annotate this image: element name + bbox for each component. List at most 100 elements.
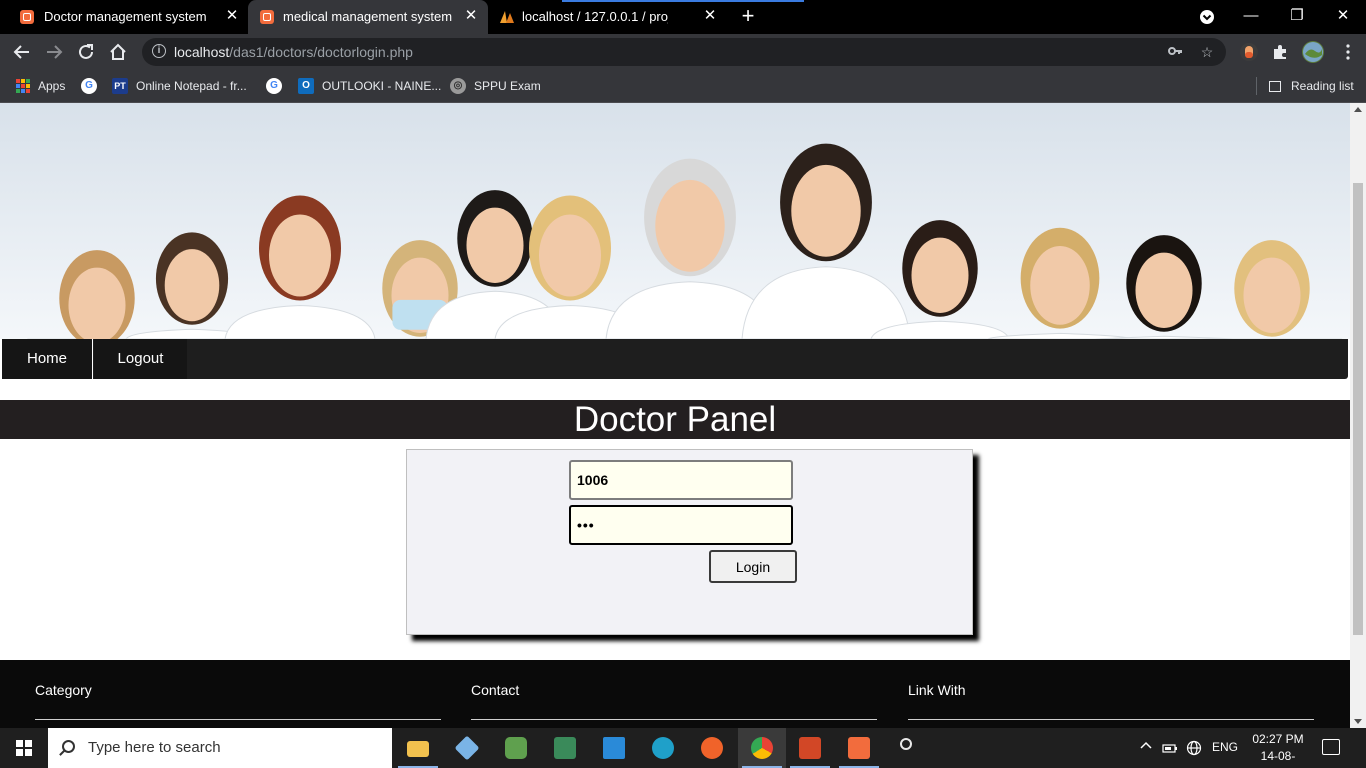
tab-strip: Doctor management system ✕ medical manag…	[0, 0, 1366, 34]
page-viewport: Home Logout Doctor Panel Login Category …	[0, 103, 1350, 728]
windows-taskbar: Type here to search ENG 02:27 PM 14-08-2…	[0, 728, 1366, 768]
reading-list-button[interactable]: Reading list	[1256, 77, 1354, 95]
powerpoint-icon[interactable]	[786, 728, 834, 768]
close-window-button[interactable]: ✕	[1332, 6, 1354, 28]
bookmark-label: Online Notepad - fr...	[136, 79, 247, 93]
xampp-icon	[260, 10, 274, 24]
forward-button[interactable]	[42, 40, 66, 64]
login-form: Login	[406, 449, 973, 635]
doctor-id-input[interactable]	[569, 460, 793, 500]
footer-divider	[471, 719, 877, 720]
snipping-tool-icon[interactable]	[541, 728, 589, 768]
bookmarks-bar: Apps G PT Online Notepad - fr... G O OUT…	[0, 70, 1366, 103]
clock-time: 02:27 PM	[1252, 732, 1304, 746]
url-text: localhost/das1/doctors/doctorlogin.php	[174, 44, 413, 60]
bookmark-google[interactable]: G	[81, 77, 105, 95]
google-icon: G	[266, 78, 282, 94]
menu-home-link[interactable]: Home	[2, 339, 93, 379]
back-button[interactable]	[10, 40, 34, 64]
close-tab-icon[interactable]: ✕	[702, 8, 718, 24]
url-host: localhost	[174, 44, 230, 60]
url-path: /das1/doctors/doctorlogin.php	[229, 44, 413, 60]
chrome-icon[interactable]	[738, 728, 786, 768]
notification-center-icon[interactable]	[1322, 739, 1340, 755]
search-icon	[62, 740, 75, 753]
bookmark-label: OUTLOOKI - NAINE...	[322, 79, 442, 93]
tab-title: medical management system	[283, 9, 453, 24]
bookmark-outlook[interactable]: O OUTLOOKI - NAINE...	[298, 77, 441, 95]
close-tab-icon[interactable]: ✕	[224, 8, 240, 24]
site-info-icon[interactable]: i	[152, 44, 166, 58]
footer-heading: Contact	[471, 682, 520, 698]
bookmark-apps[interactable]: Apps	[16, 77, 65, 95]
bookmark-label: Apps	[38, 79, 66, 93]
tray-overflow-icon[interactable]	[1140, 740, 1152, 752]
doctors-banner-image	[0, 103, 1350, 339]
footer-heading: Link With	[908, 682, 966, 698]
minimize-button[interactable]: —	[1240, 6, 1262, 28]
bookmark-online-notepad[interactable]: PT Online Notepad - fr...	[112, 77, 247, 95]
restore-button[interactable]: ❐	[1286, 6, 1308, 28]
magnifier-icon[interactable]	[884, 728, 932, 768]
google-icon: G	[81, 78, 97, 94]
tab-loading-bar	[562, 0, 804, 2]
taskbar-search-box[interactable]: Type here to search	[48, 728, 392, 768]
login-button[interactable]: Login	[709, 550, 797, 583]
file-explorer-icon[interactable]	[394, 728, 442, 768]
tab-medical-management[interactable]: medical management system ✕	[248, 0, 488, 34]
browser-toolbar: i localhost/das1/doctors/doctorlogin.php…	[0, 34, 1366, 70]
language-indicator[interactable]: ENG	[1212, 740, 1238, 754]
close-tab-icon[interactable]: ✕	[463, 8, 479, 24]
edge-icon[interactable]	[639, 728, 687, 768]
clock-date: 14-08-2021	[1260, 749, 1296, 768]
battery-icon[interactable]	[1162, 740, 1178, 756]
menu-logout-link[interactable]: Logout	[94, 339, 187, 379]
tab-doctor-management[interactable]: Doctor management system ✕	[0, 0, 248, 34]
start-button[interactable]	[0, 728, 48, 768]
firefox-icon[interactable]	[688, 728, 736, 768]
virtualbox-icon[interactable]	[443, 728, 491, 768]
bookmark-sppu-exam[interactable]: ◎ SPPU Exam	[450, 77, 541, 95]
bookmark-star-icon[interactable]: ☆	[1198, 43, 1216, 61]
tab-title: Doctor management system	[44, 9, 207, 24]
address-bar[interactable]: i localhost/das1/doctors/doctorlogin.php…	[142, 38, 1226, 66]
pt-icon: PT	[112, 78, 128, 94]
xampp-icon	[20, 10, 34, 24]
tab-title: localhost / 127.0.0.1 / projectmm	[522, 9, 668, 24]
network-globe-icon[interactable]	[1186, 740, 1202, 756]
scrollbar-thumb[interactable]	[1353, 183, 1363, 635]
tab-phpmyadmin[interactable]: localhost / 127.0.0.1 / projectmm ✕	[488, 0, 728, 34]
bookmark-google[interactable]: G	[266, 77, 290, 95]
extension-icon[interactable]	[1240, 43, 1258, 61]
phpmyadmin-icon	[499, 10, 514, 24]
key-icon[interactable]	[1166, 43, 1184, 61]
new-tab-button[interactable]: +	[737, 5, 759, 28]
reading-list-label: Reading list	[1291, 79, 1354, 93]
scroll-down-arrow-icon[interactable]	[1354, 719, 1362, 724]
sppu-icon: ◎	[450, 78, 466, 94]
extensions-puzzle-icon[interactable]	[1271, 43, 1289, 61]
apps-grid-icon	[16, 79, 30, 93]
page-footer: Category Contact Link With	[0, 660, 1350, 728]
bookmark-label: SPPU Exam	[474, 79, 541, 93]
footer-column-contact: Contact	[471, 660, 877, 728]
reload-button[interactable]	[74, 40, 98, 64]
password-input[interactable]	[569, 505, 793, 545]
vscode-icon[interactable]	[590, 728, 638, 768]
scroll-up-arrow-icon[interactable]	[1354, 107, 1362, 112]
footer-divider	[908, 719, 1314, 720]
xampp-icon[interactable]	[835, 728, 883, 768]
footer-heading: Category	[35, 682, 92, 698]
system-clock[interactable]: 02:27 PM 14-08-2021	[1248, 731, 1308, 768]
tab-search-button[interactable]	[1196, 6, 1218, 28]
page-title: Doctor Panel	[0, 400, 1350, 439]
reading-list-icon	[1269, 80, 1281, 92]
nodejs-icon[interactable]	[492, 728, 540, 768]
search-placeholder: Type here to search	[88, 739, 221, 756]
home-button[interactable]	[106, 40, 130, 64]
chrome-menu-icon[interactable]	[1336, 40, 1360, 64]
page-scrollbar[interactable]	[1350, 103, 1366, 728]
windows-logo-icon	[16, 740, 32, 756]
profile-avatar[interactable]	[1302, 41, 1324, 63]
footer-column-link-with: Link With	[908, 660, 1314, 728]
